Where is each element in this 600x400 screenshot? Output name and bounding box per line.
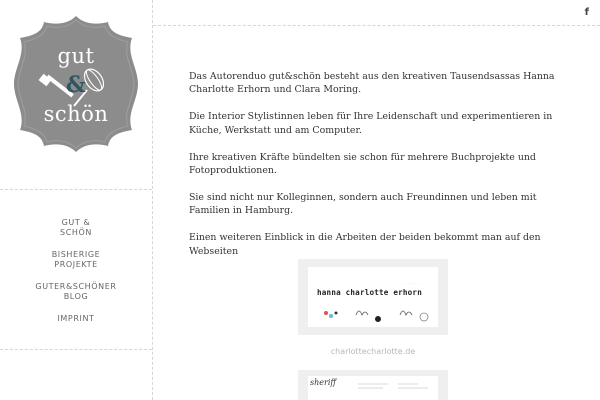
- main-nav: GUT & SCHÖN BISHERIGE PROJEKTE GUTER&SCH…: [0, 218, 152, 336]
- sidebar-divider: [0, 349, 152, 350]
- paragraph-friends: Sie sind nicht nur Kolleginnen, sondern …: [189, 191, 537, 217]
- paragraph-projects: Ihre kreativen Kräfte bündelten sie scho…: [189, 151, 536, 177]
- thumbnail-lines: [358, 383, 428, 389]
- paragraph-stylists: Die Interior Stylistinnen leben für Ihre…: [189, 111, 553, 136]
- paragraph-websites: Einen weiteren Einblick in die Arbeiten …: [189, 232, 541, 257]
- logo-area: gut & schön: [0, 0, 152, 190]
- logo-text-gut: gut: [57, 44, 95, 68]
- logo-text-ampersand: &: [65, 72, 87, 98]
- top-bar: f: [153, 0, 600, 26]
- site-link-charlottecharlotte[interactable]: charlottecharlotte.de: [298, 347, 448, 356]
- site-thumbnail-preview: · · · · · · · · · · · · hanna charlotte …: [308, 267, 438, 327]
- nav-item-gut-und-schoen[interactable]: GUT & SCHÖN: [0, 218, 152, 238]
- sidebar: gut & schön GUT & SCHÖN BISHERIGE PROJEK…: [0, 0, 153, 400]
- nav-item-blog[interactable]: GUTER&SCHÖNER BLOG: [0, 282, 152, 302]
- site-thumbnail-preview-2: sheriff: [308, 376, 438, 400]
- thumbnail-doodles: [324, 310, 429, 322]
- nav-item-imprint[interactable]: IMPRINT: [0, 314, 152, 324]
- paragraph-intro: Das Autorenduo gut&schön besteht aus den…: [189, 71, 555, 96]
- logo-text-schoen: schön: [43, 102, 109, 126]
- logo[interactable]: gut & schön: [14, 16, 138, 152]
- facebook-icon[interactable]: f: [585, 7, 589, 18]
- about-text: Das Autorenduo gut&schön besteht aus den…: [189, 70, 569, 272]
- site-thumbnail-sheriff[interactable]: sheriff: [298, 370, 448, 400]
- site-thumbnail-charlottecharlotte[interactable]: · · · · · · · · · · · · hanna charlotte …: [298, 259, 448, 335]
- nav-item-bisherige-projekte[interactable]: BISHERIGE PROJEKTE: [0, 250, 152, 270]
